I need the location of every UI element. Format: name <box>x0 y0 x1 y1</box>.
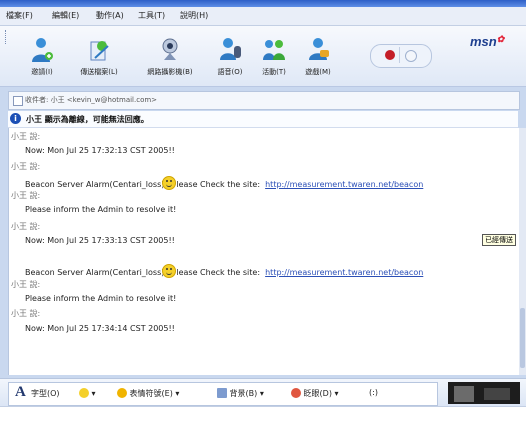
recipient-text: 收件者: 小王 <kevin_w@hotmail.com> <box>25 96 158 104</box>
title-bar <box>0 0 526 7</box>
font-button[interactable]: 字型(O) <box>31 388 60 399</box>
wink-button[interactable]: 眨眼(D) ▾ <box>291 388 339 399</box>
invite-label: 邀請(I) <box>31 68 53 76</box>
message-input[interactable] <box>0 406 526 433</box>
beacon-link[interactable]: http://measurement.twaren.net/beacon <box>265 180 423 189</box>
menu-tools[interactable]: 工具(T) <box>138 10 165 21</box>
message-sender: 小王 說: <box>11 309 41 318</box>
webcam-icon <box>162 38 178 60</box>
webcam-button[interactable]: 網路攝影機(B) <box>132 36 208 82</box>
send-file-label: 傳送檔案(L) <box>80 68 118 76</box>
invite-button[interactable]: 邀請(I) <box>22 36 62 82</box>
emoticons-menu-button[interactable]: 表情符號(E) ▾ <box>117 388 179 399</box>
message-text-part: Beacon Server Alarm(Centari_loss) <box>25 268 165 277</box>
wink-icon <box>291 388 301 398</box>
scrollbar-thumb[interactable] <box>520 308 525 368</box>
background-button[interactable]: 背景(B) ▾ <box>217 388 264 399</box>
smiley-icon <box>79 388 89 398</box>
message-sender: 小王 說: <box>11 132 41 141</box>
menu-bar: 檔案(F) 編輯(E) 動作(A) 工具(T) 說明(H) <box>0 7 526 26</box>
games-icon <box>309 38 329 60</box>
message-sender: 小王 說: <box>11 280 41 289</box>
recipient-bar: 收件者: 小王 <kevin_w@hotmail.com> <box>8 91 520 110</box>
message-sender: 小王 說: <box>11 222 41 231</box>
voice-label: 語音(O) <box>217 68 243 76</box>
message-text-part: Beacon Server Alarm(Centari_loss) <box>25 180 165 189</box>
smiley-emoticon-icon <box>162 264 177 278</box>
beacon-link[interactable]: http://measurement.twaren.net/beacon <box>265 268 423 277</box>
message-text-part: lease Check the site: <box>176 268 261 277</box>
tooltip: 已經傳送 <box>482 234 516 246</box>
font-icon[interactable]: A <box>15 384 26 401</box>
message-text: Beacon Server Alarm(Centari_loss) lease C… <box>25 264 423 278</box>
extra-label: (:) <box>369 388 378 397</box>
webcam-label: 網路攝影機(B) <box>147 68 193 76</box>
voice-icon <box>220 38 241 60</box>
message-text: Please inform the Admin to resolve it! <box>25 294 177 303</box>
voice-button[interactable]: 語音(O) <box>210 36 250 82</box>
contact-card-icon[interactable] <box>405 50 417 62</box>
format-toolbar-box: A 字型(O) ▾ 表情符號(E) ▾ 背景(B) ▾ 眨眼(D) ▾ (:) <box>8 382 438 406</box>
offline-notice: i 小王 顯示為離線，可能無法回應。 <box>8 111 518 128</box>
message-text: Now: Mon Jul 25 17:32:13 CST 2005!! <box>25 146 175 155</box>
background-label: 背景(B) <box>229 389 258 398</box>
conversation-history[interactable]: 小王 說: Now: Mon Jul 25 17:32:13 CST 2005!… <box>8 128 520 375</box>
message-sender: 小王 說: <box>11 162 41 171</box>
background-icon <box>217 388 227 398</box>
smiley-emoticon-icon <box>162 176 177 190</box>
message-text: Please inform the Admin to resolve it! <box>25 205 177 214</box>
pill-divider <box>399 47 400 63</box>
activities-button[interactable]: 活動(T) <box>254 36 294 82</box>
send-file-icon <box>90 41 109 61</box>
games-label: 遊戲(M) <box>305 68 331 76</box>
toolbar-grip <box>5 30 9 44</box>
menu-help[interactable]: 說明(H) <box>180 10 208 21</box>
contact-avatar[interactable] <box>448 382 520 404</box>
contact-icon <box>13 96 23 106</box>
menu-actions[interactable]: 動作(A) <box>96 10 124 21</box>
status-pill[interactable] <box>370 44 432 68</box>
avatar-image <box>454 386 474 402</box>
msn-logo-text: msn <box>470 34 497 49</box>
message-text-part: lease Check the site: <box>176 180 261 189</box>
emoticon-button[interactable]: ▾ <box>79 388 96 398</box>
menu-edit[interactable]: 編輯(E) <box>52 10 79 21</box>
msn-butterfly-icon: ✿ <box>496 34 505 44</box>
message-sender: 小王 說: <box>11 191 41 200</box>
chat-scrollbar[interactable] <box>519 128 526 375</box>
block-icon[interactable] <box>385 50 395 60</box>
activities-label: 活動(T) <box>262 68 286 76</box>
emoticons-label: 表情符號(E) <box>129 389 173 398</box>
invite-person-icon <box>32 38 53 62</box>
info-icon: i <box>10 113 21 124</box>
message-text: Now: Mon Jul 25 17:33:13 CST 2005!! <box>25 236 175 245</box>
offline-notice-text: 小王 顯示為離線，可能無法回應。 <box>26 115 149 124</box>
games-button[interactable]: 遊戲(M) <box>298 36 338 82</box>
activities-icon <box>263 40 285 60</box>
send-file-button[interactable]: 傳送檔案(L) <box>72 36 126 82</box>
emoticons-icon <box>117 388 127 398</box>
message-text: Beacon Server Alarm(Centari_loss) lease C… <box>25 176 423 190</box>
extra-button[interactable]: (:) <box>369 388 378 397</box>
toolbar: 邀請(I) 傳送檔案(L) 網路攝影機(B) 語音(O) 活動(T) 遊戲(M)… <box>0 26 526 87</box>
menu-file[interactable]: 檔案(F) <box>6 10 33 21</box>
wink-label: 眨眼(D) <box>303 389 332 398</box>
message-text: Now: Mon Jul 25 17:34:14 CST 2005!! <box>25 324 175 333</box>
avatar-frame <box>484 388 510 400</box>
format-toolbar: A 字型(O) ▾ 表情符號(E) ▾ 背景(B) ▾ 眨眼(D) ▾ (:) <box>0 378 526 407</box>
msn-logo: msn✿ <box>470 34 504 49</box>
